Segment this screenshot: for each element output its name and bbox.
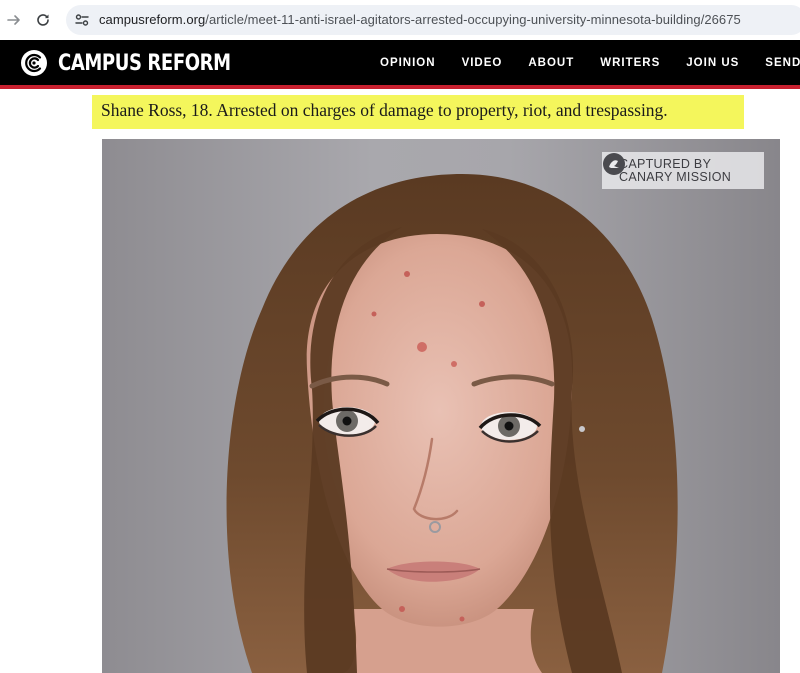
photo-caption: Shane Ross, 18. Arrested on charges of d… xyxy=(92,95,744,129)
watermark-line-1: CAPTURED BY xyxy=(619,156,712,171)
portrait-illustration xyxy=(226,174,678,673)
browser-toolbar: campusreform.org/article/meet-11-anti-is… xyxy=(0,0,800,40)
forward-arrow-icon[interactable] xyxy=(2,8,26,32)
canary-bird-icon xyxy=(603,153,625,175)
nav-join-us[interactable]: JOIN US xyxy=(686,57,739,69)
header-accent-rule xyxy=(0,85,800,89)
campus-reform-logo-icon xyxy=(21,50,47,76)
nav-send-a-tip[interactable]: SEND A TIP xyxy=(765,57,800,69)
nav-writers[interactable]: WRITERS xyxy=(600,57,660,69)
watermark-text: CAPTURED BY CANARY MISSION xyxy=(619,156,732,184)
nav-video[interactable]: VIDEO xyxy=(462,57,503,69)
watermark-badge: CAPTURED BY CANARY MISSION xyxy=(602,152,764,189)
url-text[interactable]: campusreform.org/article/meet-11-anti-is… xyxy=(99,12,741,27)
nav-about[interactable]: ABOUT xyxy=(528,57,574,69)
address-bar[interactable]: campusreform.org/article/meet-11-anti-is… xyxy=(66,5,800,35)
reload-icon[interactable] xyxy=(31,8,55,32)
watermark-line-2: CANARY MISSION xyxy=(619,169,732,184)
nav-opinion[interactable]: OPINION xyxy=(380,57,436,69)
mugshot-photo: CAPTURED BY CANARY MISSION xyxy=(102,139,780,673)
site-header: CAMPUS REFORM OPINION VIDEO ABOUT WRITER… xyxy=(0,40,800,85)
main-nav: OPINION VIDEO ABOUT WRITERS JOIN US SEND… xyxy=(380,40,800,85)
url-host: campusreform.org xyxy=(99,12,206,27)
site-logo[interactable]: CAMPUS REFORM xyxy=(20,49,269,77)
caption-text: Shane Ross, 18. Arrested on charges of d… xyxy=(101,100,668,120)
logo-text: CAMPUS REFORM xyxy=(58,50,231,76)
url-path: /article/meet-11-anti-israel-agitators-a… xyxy=(205,12,741,27)
site-settings-icon[interactable] xyxy=(74,12,90,28)
